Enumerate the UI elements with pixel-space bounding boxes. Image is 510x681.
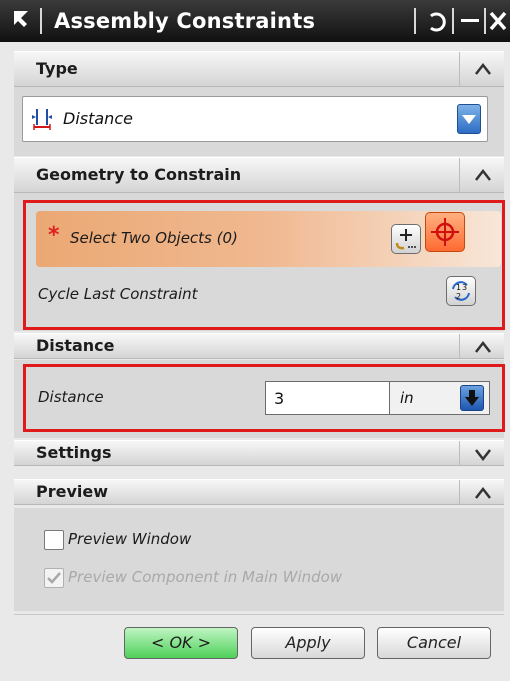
preview-component-label: Preview Component in Main Window (68, 568, 343, 586)
header-divider (459, 441, 460, 465)
section-label: Preview (36, 482, 109, 501)
reset-icon[interactable] (424, 6, 448, 36)
preview-window-checkbox[interactable] (44, 530, 64, 550)
section-label: Settings (36, 443, 112, 462)
apply-button[interactable]: Apply (251, 627, 365, 659)
header-divider (459, 158, 460, 192)
window-title: Assembly Constraints (54, 9, 316, 33)
title-separator (414, 8, 416, 34)
preview-section-body (14, 508, 504, 611)
preview-component-checkbox[interactable] (44, 568, 64, 588)
chevron-up-icon[interactable] (474, 486, 492, 500)
dropdown-arrow-button[interactable] (457, 104, 481, 134)
preview-window-label: Preview Window (68, 530, 192, 548)
title-bar: Assembly Constraints (0, 0, 510, 42)
header-divider (459, 480, 460, 504)
distance-highlight-box (23, 364, 505, 432)
type-dropdown[interactable]: Distance (22, 96, 488, 142)
section-label: Distance (36, 336, 115, 355)
checkmark-icon (47, 572, 61, 584)
chevron-down-icon[interactable] (474, 447, 492, 461)
section-header-distance[interactable]: Distance (14, 333, 504, 359)
title-separator (452, 8, 454, 34)
geometry-highlight-box (23, 200, 505, 330)
section-label: Geometry to Constrain (36, 165, 242, 184)
distance-constraint-icon (32, 109, 52, 130)
ok-button[interactable]: < OK > (124, 627, 238, 659)
chevron-up-icon[interactable] (474, 340, 492, 354)
chevron-up-icon[interactable] (474, 62, 492, 76)
type-dropdown-value: Distance (63, 109, 133, 128)
chevron-up-icon[interactable] (474, 168, 492, 182)
section-header-geometry[interactable]: Geometry to Constrain (14, 157, 504, 193)
minimize-icon[interactable] (458, 6, 482, 36)
chevron-down-icon (462, 115, 476, 124)
title-separator (40, 8, 42, 34)
section-header-preview[interactable]: Preview (14, 479, 504, 505)
pin-icon[interactable] (10, 8, 34, 34)
section-header-type[interactable]: Type (14, 51, 504, 87)
cancel-button[interactable]: Cancel (377, 627, 491, 659)
section-label: Type (36, 59, 78, 78)
section-header-settings[interactable]: Settings (14, 440, 504, 466)
header-divider (459, 52, 460, 86)
close-icon[interactable] (486, 6, 510, 36)
header-divider (459, 334, 460, 358)
